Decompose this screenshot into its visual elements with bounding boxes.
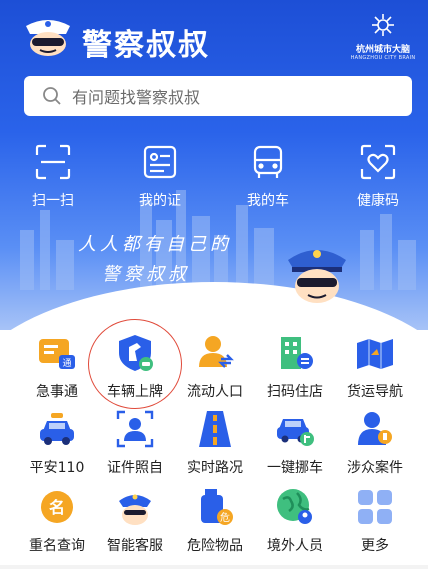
quick-my-id[interactable]: 我的证: [120, 144, 200, 210]
search-placeholder: 有问题找警察叔叔: [72, 88, 201, 107]
urgent-icon: 通: [39, 339, 75, 369]
service-freight-navigation[interactable]: 货运导航: [332, 333, 418, 401]
quick-scan-label: 扫一扫: [32, 193, 74, 209]
service-dangerous-goods[interactable]: 危 危险物品: [172, 487, 258, 555]
service-id-photo[interactable]: 证件照自: [92, 409, 178, 477]
smart-service-icon: [119, 494, 151, 525]
slogan-line-2: 警察叔叔: [102, 264, 190, 285]
quick-my-car[interactable]: 我的车: [228, 144, 308, 210]
app-title: 警察叔叔: [82, 28, 210, 63]
search-input[interactable]: 有问题找警察叔叔: [24, 76, 412, 116]
service-floating-population[interactable]: 流动人口: [172, 333, 258, 401]
police-mascot-icon: [288, 250, 346, 303]
move-car-icon: [277, 419, 314, 446]
service-name-search-label: 重名查询: [29, 538, 85, 554]
service-police-110[interactable]: 平安110: [14, 409, 100, 477]
service-vehicle-plate[interactable]: 车辆上牌: [92, 333, 178, 401]
floating-population-icon: [199, 336, 234, 368]
service-group-case[interactable]: 涉众案件: [332, 409, 418, 477]
bottom-divider: [0, 565, 428, 569]
service-move-car[interactable]: 一键挪车: [252, 409, 338, 477]
service-dangerous-goods-label: 危险物品: [187, 538, 243, 554]
slogan-line-1: 人人都有自己的: [78, 234, 232, 255]
service-hotel-checkin-label: 扫码住店: [267, 384, 323, 400]
banner-slogan: 人人都有自己的 警察叔叔: [78, 230, 232, 290]
scan-icon: [35, 144, 71, 180]
svg-text:通: 通: [62, 358, 71, 369]
quick-health-code[interactable]: 健康码: [338, 144, 418, 210]
dangerous-goods-icon: 危: [201, 489, 233, 525]
group-case-icon: [358, 412, 392, 445]
service-more[interactable]: 更多: [332, 487, 418, 555]
service-more-label: 更多: [361, 538, 389, 554]
police-car-icon: [40, 413, 74, 445]
service-group-case-label: 涉众案件: [347, 460, 403, 476]
vehicle-plate-icon: [119, 335, 153, 371]
quick-scan[interactable]: 扫一扫: [13, 144, 93, 210]
more-icon: [358, 490, 392, 524]
car-icon: [253, 145, 283, 178]
service-name-search[interactable]: 名 重名查询: [14, 487, 100, 555]
service-move-car-label: 一键挪车: [267, 460, 323, 476]
service-freight-navigation-label: 货运导航: [347, 384, 403, 400]
service-traffic[interactable]: 实时路况: [172, 409, 258, 477]
brand-subtitle: HANGZHOU CITY BRAIN: [350, 55, 416, 61]
service-smart-service-label: 智能客服: [107, 538, 163, 554]
id-card-icon: [143, 145, 177, 179]
svg-text:名: 名: [49, 498, 65, 517]
service-police-110-label: 平安110: [29, 460, 85, 476]
service-id-photo-label: 证件照自: [107, 460, 163, 476]
quick-my-id-label: 我的证: [139, 193, 181, 209]
service-hotel-checkin[interactable]: 扫码住店: [252, 333, 338, 401]
health-code-icon: [360, 144, 396, 180]
city-brain-logo: 杭州城市大脑 HANGZHOU CITY BRAIN: [350, 14, 416, 64]
service-foreigner[interactable]: 境外人员: [252, 487, 338, 555]
city-brain-icon: [372, 14, 394, 36]
id-photo-icon: [116, 410, 154, 448]
search-icon: [43, 87, 61, 105]
name-search-icon: 名: [41, 491, 73, 523]
service-urgent-label: 急事通: [36, 384, 78, 400]
service-foreigner-label: 境外人员: [267, 538, 323, 554]
svg-text:危: 危: [220, 512, 230, 524]
service-floating-population-label: 流动人口: [187, 384, 243, 400]
service-urgent[interactable]: 通 急事通: [14, 333, 100, 401]
service-smart-service[interactable]: 智能客服: [92, 487, 178, 555]
hotel-checkin-icon: [281, 337, 313, 369]
foreigner-icon: [277, 489, 312, 524]
quick-my-car-label: 我的车: [247, 193, 289, 209]
police-mascot-logo-icon: [26, 20, 70, 56]
service-traffic-label: 实时路况: [187, 460, 243, 476]
traffic-road-icon: [199, 411, 231, 447]
top-bar: 警察叔叔 杭州城市大脑 HANGZHOU CITY BRAIN: [0, 0, 428, 72]
brand-name: 杭州城市大脑: [355, 45, 410, 55]
service-vehicle-plate-label: 车辆上牌: [107, 384, 163, 400]
freight-navigation-icon: [357, 339, 393, 369]
quick-health-code-label: 健康码: [357, 193, 399, 209]
quick-actions: 扫一扫 我的证 我的车 健康码: [0, 144, 428, 214]
